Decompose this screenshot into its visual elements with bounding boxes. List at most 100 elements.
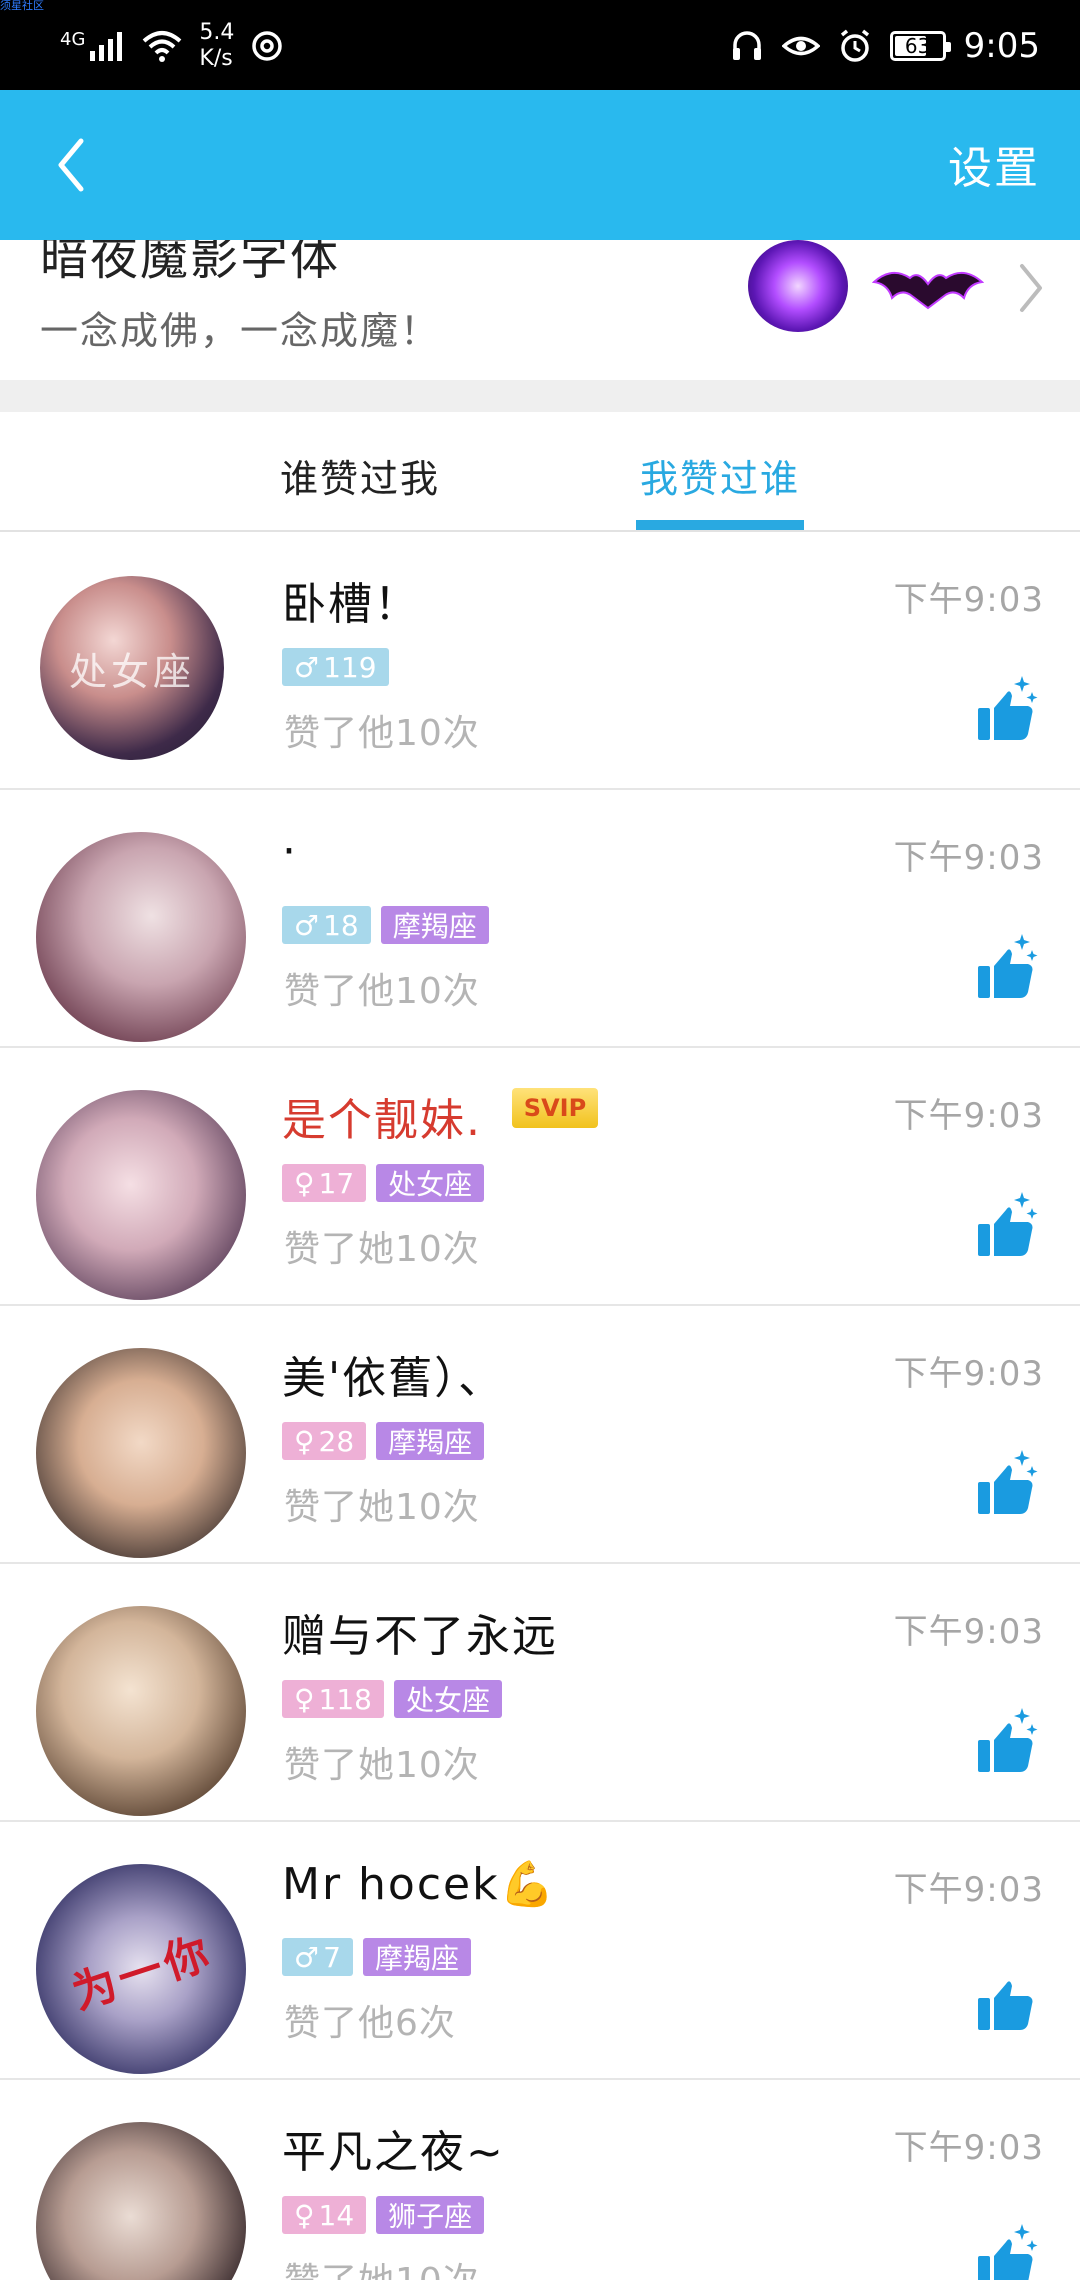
thumbs-up-icon[interactable] bbox=[976, 1960, 1042, 2034]
like-count-text: 赞了他10次 bbox=[284, 971, 480, 1012]
font-subtitle: 一念成佛，一念成魔！ bbox=[40, 309, 441, 353]
wifi-icon bbox=[143, 31, 182, 62]
sync-icon bbox=[252, 31, 283, 61]
user-name: 美'依舊）、 bbox=[282, 1353, 505, 1404]
like-count-text: 赞了他6次 bbox=[284, 2003, 456, 2044]
user-name: 卧槽！ bbox=[282, 579, 420, 630]
thumbs-up-icon[interactable] bbox=[976, 1444, 1042, 1518]
status-clock: 9:05 bbox=[963, 26, 1040, 66]
svip-badge: SVIP bbox=[512, 1088, 598, 1128]
user-tags: ♂ 119 bbox=[282, 648, 389, 686]
gender-age-badge: ♀ 28 bbox=[282, 1422, 367, 1460]
zodiac-badge: 摩羯座 bbox=[362, 1938, 471, 1976]
zodiac-badge: 处女座 bbox=[393, 1680, 502, 1718]
like-count-text: 赞了她10次 bbox=[284, 1487, 480, 1528]
avatar[interactable] bbox=[36, 1606, 246, 1816]
user-tags: ♀ 14 狮子座 bbox=[282, 2196, 485, 2234]
like-count-text: 赞了他10次 bbox=[284, 713, 480, 754]
gender-age-badge: ♂ 18 bbox=[282, 906, 371, 944]
age-value: 17 bbox=[318, 1166, 355, 1200]
user-tags: ♀ 17 处女座 bbox=[282, 1164, 485, 1202]
avatar-overlay-text: 为一你 bbox=[66, 1926, 219, 2020]
avatar[interactable] bbox=[36, 1348, 246, 1558]
list-item[interactable]: 是个靓妹. SVIP 下午9:03 ♀ 17 处女座 赞了她10次 bbox=[0, 1048, 1080, 1306]
male-icon: ♂ bbox=[294, 1940, 320, 1974]
like-count-text: 赞了她10次 bbox=[284, 1229, 480, 1270]
status-left: 4G 5.4 K/s bbox=[60, 16, 284, 76]
list-item[interactable]: 赠与不了永远 下午9:03 ♀ 118 处女座 赞了她10次 bbox=[0, 1564, 1080, 1822]
age-value: 119 bbox=[323, 650, 377, 684]
font-title: 暗夜魔影字体 bbox=[40, 240, 341, 286]
user-tags: ♂ 18 摩羯座 bbox=[282, 906, 489, 944]
list-item[interactable]: 处女座 卧槽！ 下午9:03 ♂ 119 赞了他10次 bbox=[0, 532, 1080, 790]
list-item[interactable]: 平凡之夜~ 下午9:03 ♀14 狮子座 赞了她10次 bbox=[0, 2080, 1080, 2280]
section-divider bbox=[0, 380, 1080, 412]
tab-who-liked-me[interactable]: 谁赞过我 bbox=[280, 448, 440, 503]
status-bar: 须星社区 4G 5.4 K/s 63 9:05 bbox=[0, 0, 1080, 90]
like-time: 下午9:03 bbox=[893, 580, 1044, 620]
zodiac-badge: 摩羯座 bbox=[376, 1422, 485, 1460]
network-type: 4G bbox=[60, 29, 86, 50]
age-value: 14 bbox=[318, 2198, 355, 2232]
female-icon: ♀ bbox=[294, 1166, 315, 1200]
gender-age-badge: ♀ 118 bbox=[282, 1680, 384, 1718]
thumbs-up-icon[interactable] bbox=[976, 1186, 1042, 1260]
list-item[interactable]: 美'依舊）、 下午9:03 ♀ 28 摩羯座 赞了她10次 bbox=[0, 1306, 1080, 1564]
status-right: 63 9:05 bbox=[730, 16, 1040, 76]
font-promo-card[interactable]: 暗夜魔影字体 一念成佛，一念成魔！ bbox=[0, 240, 1080, 380]
user-name: 赠与不了永远 bbox=[282, 1611, 558, 1662]
settings-button[interactable]: 设置 bbox=[948, 132, 1040, 196]
user-name: · bbox=[282, 826, 298, 877]
age-value: 28 bbox=[318, 1424, 355, 1458]
thumbs-up-icon[interactable] bbox=[976, 1702, 1042, 1776]
like-time: 下午9:03 bbox=[893, 1612, 1044, 1652]
like-count-text: 赞了她10次 bbox=[284, 2252, 480, 2280]
age-value: 7 bbox=[323, 1940, 341, 1974]
avatar[interactable]: 为一你 bbox=[36, 1864, 246, 2074]
net-speed-unit: K/s bbox=[199, 46, 233, 71]
headset-icon bbox=[732, 31, 761, 60]
back-button[interactable] bbox=[40, 130, 100, 200]
alarm-icon bbox=[840, 29, 869, 62]
like-count-text: 赞了她10次 bbox=[284, 1745, 480, 1786]
gender-age-badge: ♂ 119 bbox=[282, 648, 389, 686]
like-time: 下午9:03 bbox=[893, 838, 1044, 878]
avatar[interactable] bbox=[36, 2122, 246, 2280]
battery-level: 63 bbox=[904, 34, 931, 58]
age-value: 18 bbox=[323, 908, 359, 942]
thumbs-up-icon[interactable] bbox=[976, 928, 1042, 1002]
eye-icon bbox=[781, 36, 820, 56]
list-item[interactable]: 为一你 Mr hocek💪 下午9:03 ♂ 7 摩羯座 赞了他6次 bbox=[0, 1822, 1080, 2080]
female-icon: ♀ bbox=[294, 2198, 315, 2232]
male-icon: ♂ bbox=[294, 908, 320, 942]
tab-who-i-liked[interactable]: 我赞过谁 bbox=[640, 448, 800, 503]
user-name: 是个靓妹. bbox=[282, 1095, 482, 1146]
age-value: 118 bbox=[318, 1682, 372, 1716]
zodiac-badge: 狮子座 bbox=[376, 2196, 485, 2234]
zodiac-badge: 摩羯座 bbox=[380, 906, 489, 944]
female-icon: ♀ bbox=[294, 1682, 315, 1716]
liked-users-list: 处女座 卧槽！ 下午9:03 ♂ 119 赞了他10次 · 下午9:03 ♂ 18 … bbox=[0, 532, 1080, 2280]
like-time: 下午9:03 bbox=[893, 1096, 1044, 1136]
thumbs-up-icon[interactable] bbox=[976, 670, 1042, 744]
avatar[interactable]: 处女座 bbox=[40, 576, 224, 760]
male-icon: ♂ bbox=[294, 650, 320, 684]
avatar[interactable] bbox=[36, 832, 246, 1042]
avatar-overlay-text: 处女座 bbox=[68, 649, 195, 694]
list-item[interactable]: · 下午9:03 ♂ 18 摩羯座 赞了他10次 bbox=[0, 790, 1080, 1048]
gender-age-badge: ♂ 7 bbox=[282, 1938, 353, 1976]
zodiac-badge: 处女座 bbox=[376, 1164, 485, 1202]
magic-orb-icon bbox=[748, 240, 848, 332]
avatar[interactable] bbox=[36, 1090, 246, 1300]
female-icon: ♀ bbox=[294, 1424, 315, 1458]
corner-watermark: 须星社区 bbox=[0, 0, 44, 12]
signal-icon bbox=[90, 32, 123, 61]
bat-icon bbox=[872, 271, 984, 310]
tab-bar: 谁赞过我 我赞过谁 bbox=[0, 412, 1080, 532]
thumbs-up-icon[interactable] bbox=[976, 2218, 1042, 2280]
chevron-left-icon bbox=[58, 138, 84, 192]
user-tags: ♀ 28 摩羯座 bbox=[282, 1422, 485, 1460]
active-tab-indicator bbox=[636, 520, 804, 530]
net-speed: 5.4 K/s bbox=[199, 20, 234, 72]
gender-age-badge: ♀ 14 bbox=[282, 2196, 367, 2234]
